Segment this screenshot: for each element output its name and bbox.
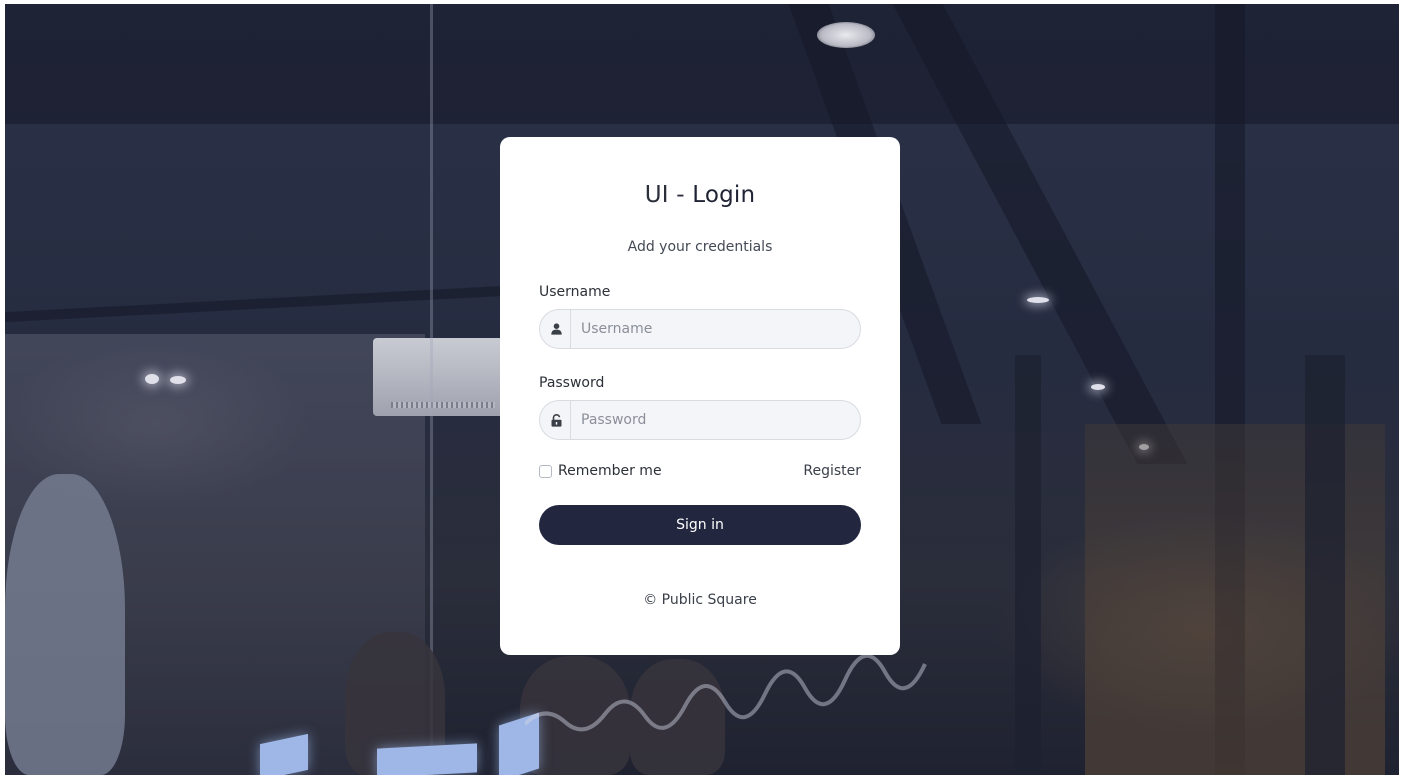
page-subtitle: Add your credentials bbox=[627, 239, 773, 255]
remember-me-label: Remember me bbox=[558, 463, 662, 479]
password-input[interactable] bbox=[571, 401, 860, 439]
footer-copyright: © Public Square bbox=[643, 592, 757, 608]
ceiling-spotlight bbox=[170, 376, 186, 384]
wall-graffiti bbox=[525, 653, 927, 732]
ceiling-spotlight bbox=[1091, 384, 1105, 390]
login-card: UI - Login Add your credentials Username… bbox=[500, 137, 900, 655]
username-input-group bbox=[539, 309, 861, 349]
username-label: Username bbox=[539, 284, 611, 300]
unlock-icon bbox=[540, 401, 571, 439]
air-conditioner bbox=[373, 338, 503, 416]
password-input-group bbox=[539, 400, 861, 440]
page-title: UI - Login bbox=[500, 182, 900, 208]
ceiling-spotlight bbox=[145, 374, 159, 384]
pillar bbox=[1305, 355, 1345, 775]
remember-me-checkbox[interactable] bbox=[539, 464, 552, 478]
ceiling bbox=[5, 4, 1399, 124]
user-icon bbox=[540, 310, 571, 348]
ceiling-lamp bbox=[817, 22, 875, 48]
title-prefix: UI - bbox=[644, 182, 693, 208]
password-label: Password bbox=[539, 375, 605, 391]
standing-person bbox=[5, 474, 125, 775]
title-main: Login bbox=[692, 182, 756, 208]
username-input[interactable] bbox=[571, 310, 860, 348]
register-link[interactable]: Register bbox=[803, 463, 861, 479]
remember-me[interactable]: Remember me bbox=[539, 463, 662, 479]
ceiling-spotlight bbox=[1027, 297, 1049, 303]
pillar bbox=[1015, 355, 1041, 775]
sign-in-button[interactable]: Sign in bbox=[539, 505, 861, 545]
laptop-screen bbox=[377, 743, 477, 775]
